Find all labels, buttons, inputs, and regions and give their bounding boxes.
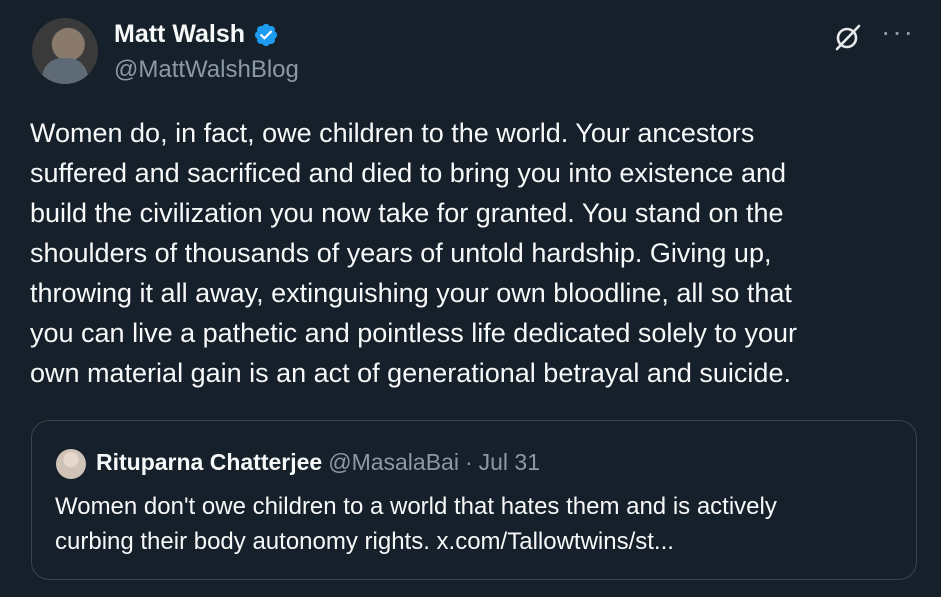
quoted-tweet-date: Jul 31 — [478, 449, 540, 475]
avatar-figure — [42, 58, 88, 84]
quoted-tweet-text: Women don't owe children to a world that… — [55, 489, 905, 559]
author-display-name[interactable]: Matt Walsh — [114, 20, 245, 49]
quoted-separator: · — [464, 449, 473, 475]
quoted-text-line: Women don't owe children to a world that… — [55, 493, 777, 520]
quoted-author-avatar — [56, 449, 86, 479]
author-name-row: Matt Walsh — [114, 20, 279, 49]
quoted-author-handle: @MasalaBai — [328, 449, 459, 475]
more-options-icon[interactable]: ··· — [881, 18, 915, 46]
grok-icon[interactable] — [833, 22, 863, 52]
quoted-tweet[interactable]: Rituparna Chatterjee @MasalaBai · Jul 31… — [31, 420, 917, 580]
tweet-top-actions: ··· — [833, 18, 915, 52]
quoted-text-line: curbing their body autonomy rights. x.co… — [55, 528, 674, 555]
quoted-tweet-header: Rituparna Chatterjee @MasalaBai · Jul 31 — [96, 449, 540, 476]
tweet-text: Women do, in fact, owe children to the w… — [30, 118, 797, 388]
verified-badge-icon[interactable] — [253, 22, 279, 48]
tweet-card: Matt Walsh @MattWalshBlog ··· Women do, … — [0, 0, 941, 597]
quoted-author-name: Rituparna Chatterjee — [96, 449, 323, 475]
author-handle[interactable]: @MattWalshBlog — [114, 56, 299, 84]
author-avatar[interactable] — [32, 18, 98, 84]
